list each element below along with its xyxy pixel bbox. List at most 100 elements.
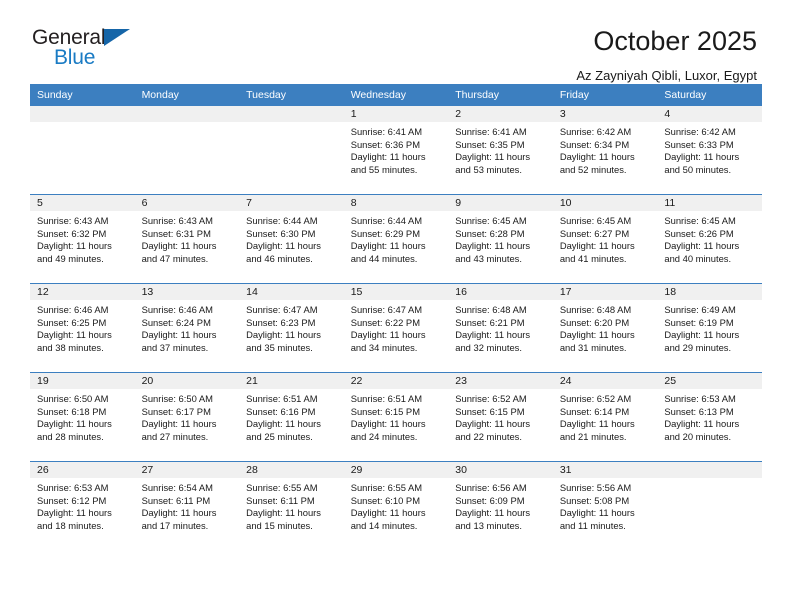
day-info-line: and 34 minutes. <box>350 341 418 353</box>
day-number: 21 <box>239 373 344 389</box>
day-number: 27 <box>134 462 240 478</box>
calendar-day-cell[interactable]: 11 Sunrise: 6:45 AM Sunset: 6:26 PM Dayligh… <box>657 194 762 284</box>
day-info-line: Sunrise: 6:49 AM <box>664 304 736 315</box>
day-info-line: Daylight: 11 hours <box>455 507 531 519</box>
day-sun-info <box>239 122 344 126</box>
day-info-line: Sunrise: 6:53 AM <box>37 482 109 493</box>
day-info-line: Sunset: 6:27 PM <box>559 227 630 239</box>
calendar-grid: Sunday Monday Tuesday Wednesday Thursday Frid… <box>30 84 762 550</box>
day-sun-info: Sunrise: 6:53 AM Sunset: 6:12 PM Daylight:… <box>30 478 135 532</box>
day-info-line: Sunset: 6:14 PM <box>559 405 630 417</box>
day-number: 29 <box>343 462 449 478</box>
day-info-line: Sunrise: 6:41 AM <box>455 126 527 137</box>
day-info-line: Daylight: 11 hours <box>559 240 635 252</box>
day-info-line: Sunrise: 6:44 AM <box>350 215 423 226</box>
day-number: 23 <box>448 373 553 389</box>
calendar-day-cell[interactable]: 28 Sunrise: 6:55 AM Sunset: 6:11 PM Dayligh… <box>239 461 344 550</box>
day-number: 19 <box>30 373 135 389</box>
weekday-header-sunday: Sunday <box>30 84 135 106</box>
calendar-day-cell[interactable]: 26 Sunrise: 6:53 AM Sunset: 6:12 PM Dayligh… <box>30 461 135 550</box>
day-info-line: Sunrise: 6:48 AM <box>455 304 527 315</box>
day-number: 9 <box>448 195 553 211</box>
calendar-day-cell[interactable]: 6 Sunrise: 6:43 AM Sunset: 6:31 PM Daylight… <box>134 194 240 284</box>
day-info-line: Daylight: 11 hours <box>141 507 217 519</box>
calendar-day-cell[interactable]: 5 Sunrise: 6:43 AM Sunset: 6:32 PM Daylight… <box>30 194 135 284</box>
calendar-day-cell[interactable]: 30 Sunrise: 6:56 AM Sunset: 6:09 PM Dayligh… <box>448 461 553 550</box>
calendar-day-cell[interactable]: 1 Sunrise: 6:41 AM Sunset: 6:36 PM Daylight… <box>343 106 449 195</box>
calendar-day-cell[interactable]: 25 Sunrise: 6:53 AM Sunset: 6:13 PM Dayligh… <box>657 372 762 462</box>
day-info-line: Sunset: 6:22 PM <box>350 316 420 328</box>
day-number: 3 <box>552 106 658 122</box>
calendar-day-cell[interactable]: 9 Sunrise: 6:45 AM Sunset: 6:28 PM Daylight… <box>448 194 553 284</box>
day-info-line: Sunset: 6:29 PM <box>350 227 420 239</box>
day-info-line: Daylight: 11 hours <box>246 329 321 341</box>
calendar-day-cell[interactable]: 22 Sunrise: 6:51 AM Sunset: 6:15 PM Dayligh… <box>343 372 449 462</box>
calendar-day-cell[interactable]: 23 Sunrise: 6:52 AM Sunset: 6:15 PM Dayligh… <box>448 372 553 462</box>
day-info-line: and 20 minutes. <box>664 430 732 442</box>
day-sun-info <box>135 122 240 126</box>
day-info-line: Sunset: 6:31 PM <box>141 227 211 239</box>
day-info-line: Sunrise: 6:42 AM <box>559 126 632 137</box>
calendar-week-row: 1 Sunrise: 6:41 AM Sunset: 6:36 PM Daylight… <box>30 106 762 195</box>
day-info-line: Sunrise: 6:52 AM <box>559 393 632 404</box>
calendar-day-cell[interactable]: 21 Sunrise: 6:51 AM Sunset: 6:16 PM Dayligh… <box>239 372 344 462</box>
day-sun-info: Sunrise: 6:45 AM Sunset: 6:28 PM Daylight:… <box>448 211 553 265</box>
day-info-line: Daylight: 11 hours <box>246 240 321 252</box>
calendar-day-cell[interactable]: 12 Sunrise: 6:46 AM Sunset: 6:25 PM Dayligh… <box>30 283 135 373</box>
day-sun-info: Sunrise: 6:56 AM Sunset: 6:09 PM Daylight:… <box>448 478 553 532</box>
day-info-line: Daylight: 11 hours <box>246 418 321 430</box>
calendar-day-cell[interactable]: 19 Sunrise: 6:50 AM Sunset: 6:18 PM Dayligh… <box>30 372 135 462</box>
day-info-line: Sunset: 6:11 PM <box>141 494 211 506</box>
calendar-day-cell[interactable]: 3 Sunrise: 6:42 AM Sunset: 6:34 PM Daylight… <box>552 106 658 195</box>
day-info-line: Daylight: 11 hours <box>350 329 426 341</box>
calendar-day-cell[interactable]: 31 Sunrise: 5:56 AM Sunset: 5:08 PM Dayligh… <box>552 461 658 550</box>
day-sun-info: Sunrise: 5:56 AM Sunset: 5:08 PM Daylight:… <box>553 478 658 532</box>
day-info-line: Sunrise: 6:50 AM <box>37 393 109 404</box>
calendar-day-cell[interactable]: 15 Sunrise: 6:47 AM Sunset: 6:22 PM Dayligh… <box>343 283 449 373</box>
calendar-day-cell[interactable]: 10 Sunrise: 6:45 AM Sunset: 6:27 PM Dayligh… <box>552 194 658 284</box>
day-sun-info: Sunrise: 6:55 AM Sunset: 6:10 PM Daylight:… <box>344 478 449 532</box>
day-info-line: Sunset: 6:33 PM <box>664 138 734 150</box>
day-number <box>239 106 344 122</box>
calendar-day-cell[interactable]: 2 Sunrise: 6:41 AM Sunset: 6:35 PM Daylight… <box>448 106 553 195</box>
day-info-line: Sunrise: 6:42 AM <box>664 126 736 137</box>
day-info-line: and 47 minutes. <box>141 252 209 264</box>
calendar-day-cell[interactable]: 13 Sunrise: 6:46 AM Sunset: 6:24 PM Dayligh… <box>134 283 240 373</box>
day-info-line: Sunset: 6:30 PM <box>246 227 316 239</box>
calendar-day-cell[interactable]: 27 Sunrise: 6:54 AM Sunset: 6:11 PM Dayligh… <box>134 461 240 550</box>
day-info-line: Sunset: 6:26 PM <box>664 227 734 239</box>
day-number: 24 <box>552 373 658 389</box>
day-info-line: Sunset: 6:21 PM <box>455 316 525 328</box>
day-info-line: Daylight: 11 hours <box>141 418 217 430</box>
day-sun-info: Sunrise: 6:42 AM Sunset: 6:33 PM Daylight:… <box>657 122 762 176</box>
day-info-line: Sunset: 6:12 PM <box>37 494 107 506</box>
day-info-line: Sunrise: 6:50 AM <box>141 393 213 404</box>
calendar-day-cell[interactable]: 14 Sunrise: 6:47 AM Sunset: 6:23 PM Dayligh… <box>239 283 344 373</box>
calendar-day-cell[interactable]: 8 Sunrise: 6:44 AM Sunset: 6:29 PM Daylight… <box>343 194 449 284</box>
page-subtitle: Az Zayniyah Qibli, Luxor, Egypt <box>576 67 757 83</box>
day-number: 8 <box>343 195 449 211</box>
day-number: 7 <box>239 195 344 211</box>
calendar-day-cell[interactable]: 17 Sunrise: 6:48 AM Sunset: 6:20 PM Dayligh… <box>552 283 658 373</box>
calendar-day-cell[interactable]: 18 Sunrise: 6:49 AM Sunset: 6:19 PM Dayligh… <box>657 283 762 373</box>
calendar-day-cell[interactable]: 16 Sunrise: 6:48 AM Sunset: 6:21 PM Dayligh… <box>448 283 553 373</box>
calendar-day-cell[interactable]: 29 Sunrise: 6:55 AM Sunset: 6:10 PM Dayligh… <box>343 461 449 550</box>
calendar-day-cell[interactable]: 7 Sunrise: 6:44 AM Sunset: 6:30 PM Daylight… <box>239 194 344 284</box>
day-info-line: and 28 minutes. <box>37 430 104 442</box>
day-sun-info: Sunrise: 6:41 AM Sunset: 6:35 PM Daylight:… <box>448 122 553 176</box>
day-info-line: Sunrise: 6:46 AM <box>37 304 109 315</box>
day-number: 20 <box>134 373 240 389</box>
day-sun-info: Sunrise: 6:48 AM Sunset: 6:20 PM Daylight:… <box>553 300 658 354</box>
weekday-header-thursday: Thursday <box>448 84 553 106</box>
day-info-line: Sunset: 6:15 PM <box>350 405 420 417</box>
day-sun-info: Sunrise: 6:48 AM Sunset: 6:21 PM Daylight:… <box>448 300 553 354</box>
day-sun-info: Sunrise: 6:43 AM Sunset: 6:31 PM Daylight:… <box>135 211 240 265</box>
calendar-header-row: Sunday Monday Tuesday Wednesday Thursday Frid… <box>30 84 762 106</box>
day-info-line: Sunrise: 6:43 AM <box>37 215 109 226</box>
day-info-line: and 49 minutes. <box>37 252 104 264</box>
day-info-line: and 44 minutes. <box>350 252 418 264</box>
calendar-day-cell[interactable]: 24 Sunrise: 6:52 AM Sunset: 6:14 PM Dayligh… <box>552 372 658 462</box>
calendar-day-cell[interactable]: 20 Sunrise: 6:50 AM Sunset: 6:17 PM Dayligh… <box>134 372 240 462</box>
calendar-day-cell[interactable]: 4 Sunrise: 6:42 AM Sunset: 6:33 PM Daylight… <box>657 106 762 195</box>
day-number: 16 <box>448 284 553 300</box>
